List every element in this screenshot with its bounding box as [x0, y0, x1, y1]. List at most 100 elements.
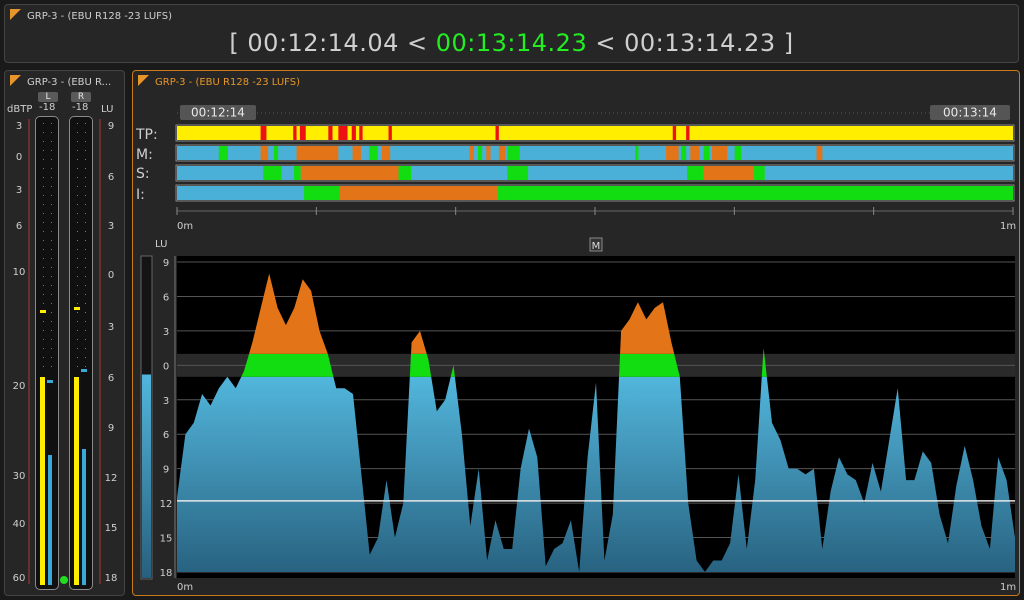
scale-dot [77, 366, 78, 367]
timeline-end-label: 1m [1000, 221, 1016, 232]
scale-dot [77, 267, 78, 268]
scale-dot [51, 141, 52, 142]
dbtp-tick-label: 60 [13, 573, 26, 584]
lu-tick-label: 0 [108, 270, 114, 281]
scale-dot [43, 195, 44, 196]
scale-dot [77, 141, 78, 142]
scale-dot [51, 312, 52, 313]
lane-segment [352, 146, 361, 160]
graph-tick-label: 6 [163, 292, 169, 303]
timecode-range: [ 00:12:14.04 < 00:13:14.23 < 00:13:14.2… [5, 29, 1018, 57]
scale-dot [43, 339, 44, 340]
lane-segment [703, 146, 710, 160]
scale-dot [85, 177, 86, 178]
lu-tick-label: 3 [108, 322, 114, 333]
scale-dot [43, 285, 44, 286]
dbtp-tick-label: 20 [13, 381, 26, 392]
graph-tick-label: 9 [163, 465, 169, 476]
scale-dot [85, 195, 86, 196]
lu-tick-label: 18 [105, 573, 118, 584]
scale-dot [51, 276, 52, 277]
end-marker-text: 00:13:14 [943, 106, 997, 120]
panel-menu-icon[interactable] [10, 9, 21, 20]
r-rms-bar [82, 449, 86, 585]
lu-tick-label: 12 [105, 473, 118, 484]
graph-tick-label: 9 [163, 258, 169, 269]
scale-dot [51, 366, 52, 367]
lane-segment [477, 146, 483, 160]
scale-dot [43, 123, 44, 124]
scale-dot [51, 132, 52, 133]
scale-dot [85, 249, 86, 250]
lane-segment [507, 146, 520, 160]
lane-segment [273, 146, 279, 160]
tc-sep-2: < [595, 29, 616, 57]
scale-dot [43, 177, 44, 178]
scale-dot [77, 123, 78, 124]
lu-rail [99, 119, 101, 584]
scale-dot [85, 285, 86, 286]
lane-segment [338, 126, 348, 140]
meter-panel: GRP-3 - (EBU R... dBTP LU L R -18 -18 30… [4, 70, 125, 596]
graph-tick-label: 3 [163, 327, 169, 338]
scale-dot [51, 294, 52, 295]
dbtp-tick-label: 40 [13, 519, 26, 530]
lane-segment [486, 146, 491, 160]
lane-segment [686, 166, 704, 180]
scale-dot [85, 141, 86, 142]
tc-close-bracket: ] [783, 29, 794, 57]
lane-segment [507, 166, 529, 180]
lane-label-i: I: [136, 187, 145, 203]
scale-dot [77, 222, 78, 223]
scale-dot [43, 213, 44, 214]
lane-segment [498, 186, 1013, 200]
lu-tick-label: 9 [108, 423, 114, 434]
loudness-panel: GRP-3 - (EBU R128 -23 LUFS) 00:12:14 00:… [132, 70, 1020, 596]
scale-dot [43, 294, 44, 295]
scale-dot [77, 204, 78, 205]
scale-dot [43, 141, 44, 142]
lane-segment [340, 186, 499, 200]
scale-dot [51, 150, 52, 151]
lane-segment [686, 126, 690, 140]
graph-end-label: 1m [1000, 582, 1016, 593]
scale-dot [43, 231, 44, 232]
scale-dot [51, 186, 52, 187]
timeline-start-label: 0m [177, 221, 193, 232]
scale-dot [77, 132, 78, 133]
scale-dot [85, 303, 86, 304]
scale-dot [85, 348, 86, 349]
scale-dot [85, 204, 86, 205]
timecode-panel-title-bar[interactable]: GRP-3 - (EBU R128 -23 LUFS) [10, 9, 172, 22]
graph-tick-label: 15 [160, 534, 173, 545]
scale-dot [51, 330, 52, 331]
lu-axis-label: LU [155, 239, 167, 250]
timecode-panel: GRP-3 - (EBU R128 -23 LUFS) [ 00:12:14.0… [4, 4, 1019, 63]
lane-segment [712, 146, 728, 160]
lane-segment [304, 186, 341, 200]
scale-dot [77, 339, 78, 340]
scale-dot [85, 231, 86, 232]
scale-dot [51, 222, 52, 223]
scale-dot [85, 240, 86, 241]
lu-tick-label: 6 [108, 172, 114, 183]
scale-dot [77, 312, 78, 313]
dbtp-tick-label: 30 [13, 471, 26, 482]
dbtp-tick-label: 0 [16, 152, 22, 163]
graph-tick-label: 12 [160, 499, 173, 510]
scale-dot [51, 123, 52, 124]
lane-segment [388, 126, 392, 140]
scale-dot [51, 240, 52, 241]
tc-end: 00:13:14.23 [624, 29, 776, 57]
dbtp-tick-label: 10 [13, 267, 26, 278]
scale-dot [77, 357, 78, 358]
lane-segment [498, 146, 506, 160]
r-peak-hold [74, 307, 80, 310]
scale-dot [43, 303, 44, 304]
l-peak-bar [40, 377, 45, 585]
scale-dot [43, 267, 44, 268]
l-peak-hold [40, 310, 46, 313]
integrated-meter-fill [142, 374, 151, 578]
graph-tick-label: 0 [163, 361, 169, 372]
scale-dot [77, 231, 78, 232]
